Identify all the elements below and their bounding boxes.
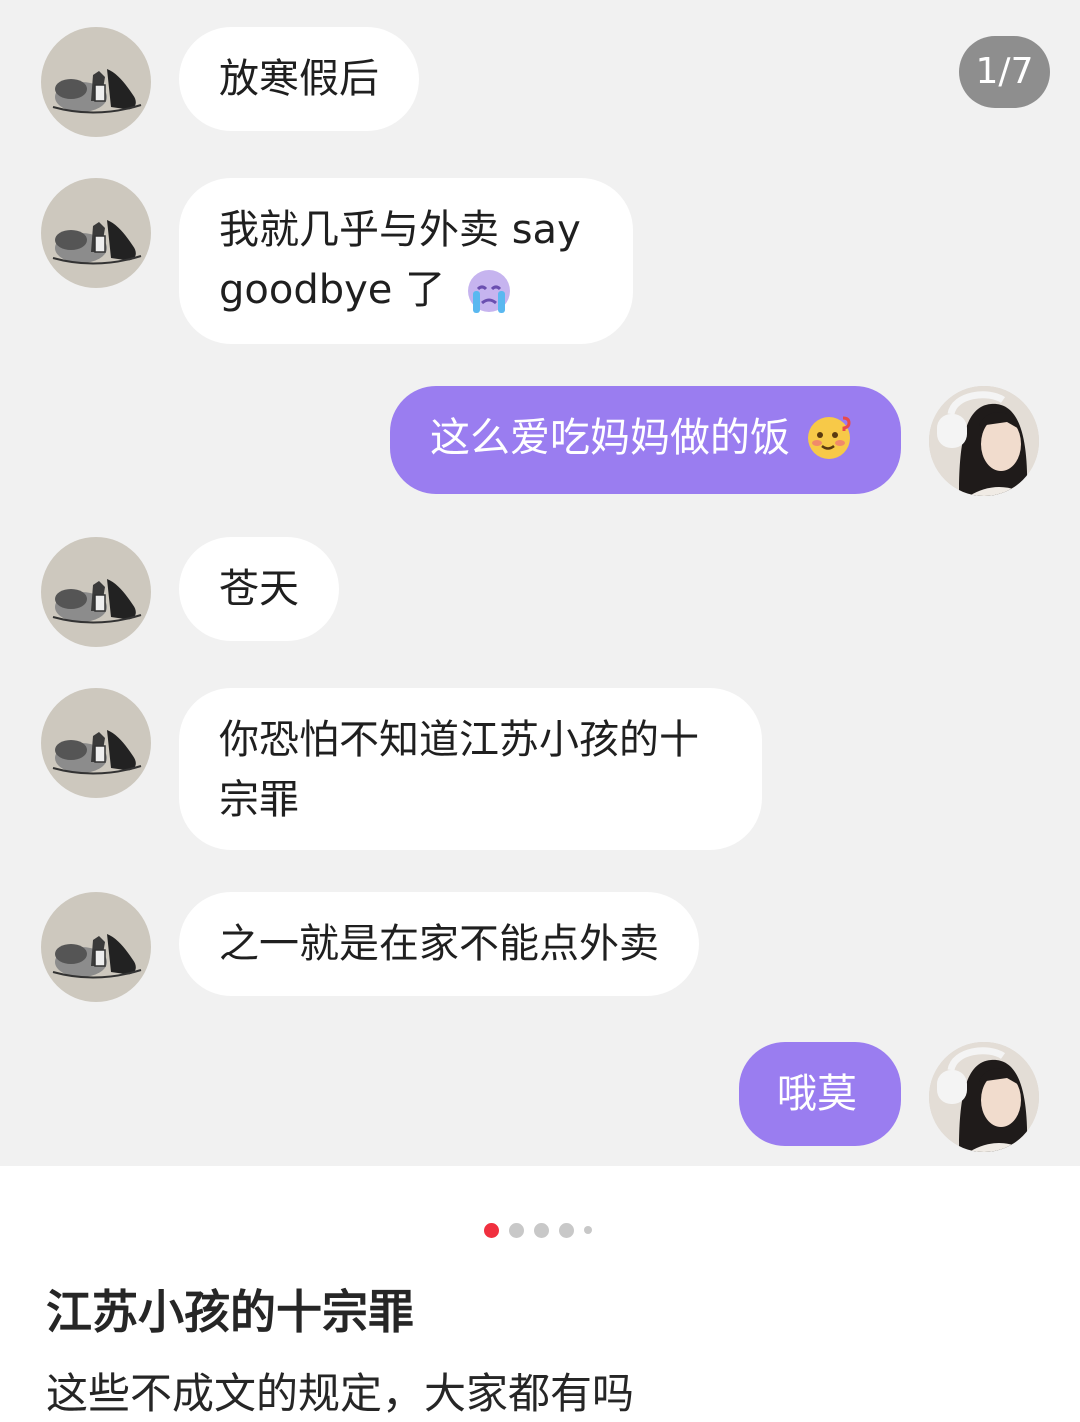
message-text-line: goodbye 了 (219, 267, 446, 313)
crying-face-emoji-icon (467, 270, 510, 313)
message-text-line: 宗罪 (219, 777, 299, 823)
avatar[interactable] (41, 537, 151, 647)
girl-headphones-icon (929, 386, 1039, 496)
carousel-pager (484, 1222, 592, 1238)
image-counter-badge: 1/7 (959, 36, 1050, 108)
message-bubble[interactable]: 我就几乎与外卖 say goodbye 了 (179, 178, 633, 344)
message-text: 哦莫 (777, 1071, 857, 1117)
message-text: 这么爱吃妈妈做的饭 (430, 415, 790, 461)
message-text-line: 你恐怕不知道江苏小孩的十 (219, 717, 699, 763)
user-avatar[interactable] (929, 1042, 1039, 1152)
avatar[interactable] (41, 27, 151, 137)
message-text: 之一就是在家不能点外卖 (219, 921, 659, 967)
post-description: 这些不成文的规定，大家都有吗 (46, 1369, 635, 1418)
pager-dot-active[interactable] (484, 1222, 499, 1238)
message-bubble[interactable]: 放寒假后 (179, 27, 419, 131)
avatar[interactable] (41, 688, 151, 798)
post-title: 江苏小孩的十宗罪 (46, 1285, 414, 1339)
message-bubble[interactable]: 之一就是在家不能点外卖 (179, 892, 699, 996)
cat-doodle-icon (52, 220, 142, 265)
pager-dot[interactable] (509, 1222, 524, 1238)
cat-doodle-icon (52, 69, 142, 114)
pager-dot[interactable] (584, 1226, 592, 1234)
message-bubble[interactable]: 你恐怕不知道江苏小孩的十 宗罪 (179, 688, 762, 850)
avatar[interactable] (41, 892, 151, 1002)
girl-headphones-icon (929, 1042, 1039, 1152)
cat-doodle-icon (52, 730, 142, 775)
pager-dot[interactable] (534, 1222, 549, 1238)
message-bubble[interactable]: 苍天 (179, 537, 339, 641)
message-text-line: 我就几乎与外卖 say (219, 207, 581, 253)
cat-doodle-icon (52, 579, 142, 624)
smiling-blush-emoji-icon (807, 416, 851, 459)
user-avatar[interactable] (929, 386, 1039, 496)
message-bubble[interactable]: 这么爱吃妈妈做的饭 (390, 386, 901, 494)
avatar[interactable] (41, 178, 151, 288)
message-bubble[interactable]: 哦莫 (739, 1042, 901, 1146)
pager-dot[interactable] (559, 1222, 574, 1238)
message-text: 放寒假后 (219, 56, 379, 102)
cat-doodle-icon (52, 934, 142, 979)
chat-screenshot: 1/7 放寒假后 我就几乎与外卖 say goodbye 了 这么爱吃妈妈做的饭… (0, 0, 1080, 1166)
message-text: 苍天 (219, 566, 299, 612)
